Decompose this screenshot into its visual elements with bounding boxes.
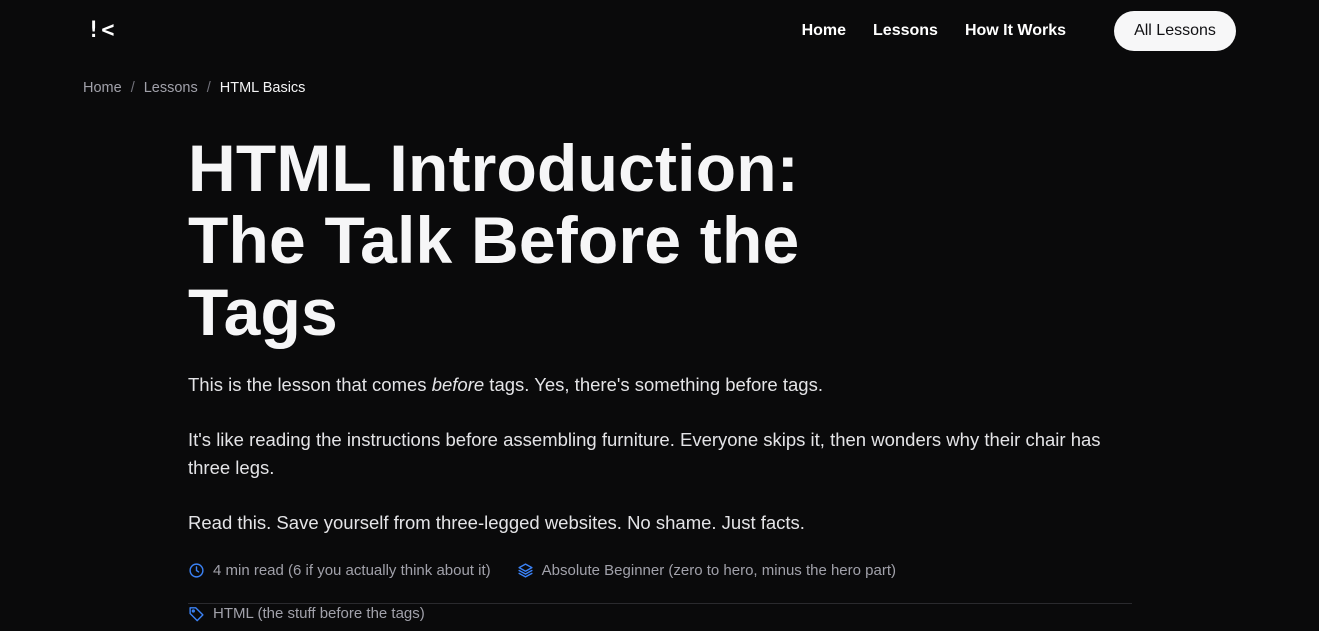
all-lessons-button[interactable]: All Lessons [1114, 11, 1236, 51]
page: !< Home Lessons How It Works All Lessons… [0, 0, 1319, 631]
difficulty-level: Absolute Beginner (zero to hero, minus t… [517, 562, 896, 579]
breadcrumb-separator: / [206, 80, 211, 96]
main-nav: Home Lessons How It Works [802, 22, 1066, 40]
lesson-meta: 4 min read (6 if you actually think abou… [188, 562, 1132, 579]
lesson-tags: HTML (the stuff before the tags) [188, 605, 1132, 622]
read-time-label: 4 min read (6 if you actually think abou… [213, 562, 491, 579]
breadcrumb-separator: / [130, 80, 135, 96]
intro-paragraph-2: It's like reading the instructions befor… [188, 429, 1101, 478]
nav-link-how-it-works[interactable]: How It Works [965, 22, 1066, 40]
intro-text: This is the lesson that comes [188, 374, 432, 395]
nav-link-home[interactable]: Home [802, 22, 846, 40]
breadcrumb-lessons[interactable]: Lessons [144, 80, 198, 96]
lesson-intro: This is the lesson that comes before tag… [188, 371, 1132, 537]
clock-icon [189, 563, 204, 578]
layers-icon [518, 563, 533, 578]
section-divider [188, 603, 1132, 604]
top-navigation: !< Home Lessons How It Works All Lessons [0, 0, 1319, 64]
breadcrumb-home[interactable]: Home [83, 80, 122, 96]
breadcrumb: Home / Lessons / HTML Basics [83, 80, 305, 96]
topic-tag[interactable]: HTML (the stuff before the tags) [188, 605, 425, 622]
intro-paragraph-3: Read this. Save yourself from three-legg… [188, 512, 805, 533]
difficulty-label: Absolute Beginner (zero to hero, minus t… [541, 562, 897, 579]
page-title: HTML Introduction: The Talk Before the T… [188, 131, 800, 349]
nav-link-lessons[interactable]: Lessons [873, 22, 938, 40]
lesson-article: HTML Introduction: The Talk Before the T… [188, 132, 1132, 622]
read-time: 4 min read (6 if you actually think abou… [188, 562, 491, 579]
intro-emphasis: before [431, 374, 485, 395]
intro-paragraph-1: This is the lesson that comes before tag… [188, 371, 1132, 399]
tag-icon [189, 607, 204, 622]
topic-tag-label: HTML (the stuff before the tags) [213, 605, 425, 622]
breadcrumb-current: HTML Basics [219, 80, 306, 96]
intro-text: tags. Yes, there's something before tags… [484, 374, 823, 395]
site-logo[interactable]: !< [87, 18, 116, 43]
